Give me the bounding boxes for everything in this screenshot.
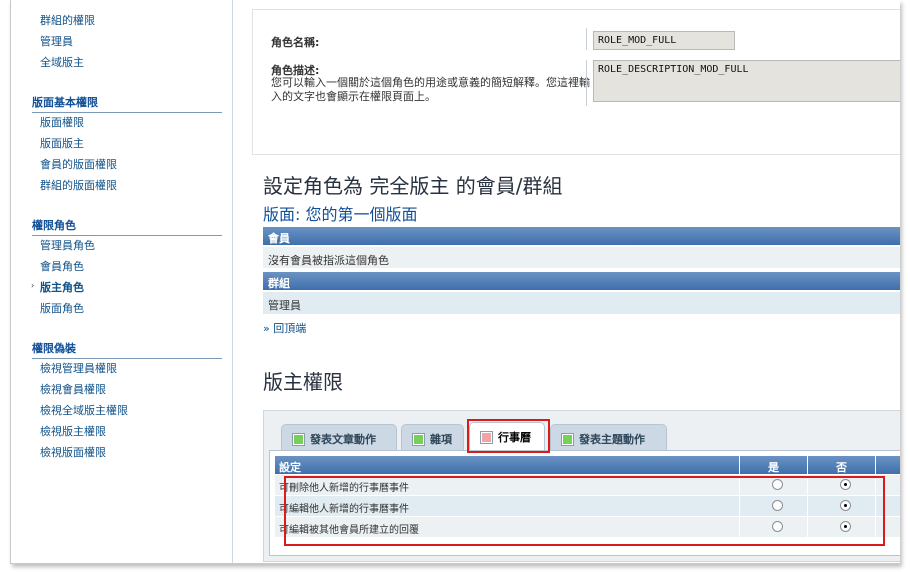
group-row[interactable]: 管理員 <box>263 292 900 314</box>
divider <box>586 60 587 106</box>
column-header-yes: 是 <box>740 456 807 474</box>
permissions-title: 版主權限 <box>263 370 343 394</box>
sidebar-group-forum-permissions: 版面基本權限 <box>32 94 222 113</box>
sidebar-item-view-admin-permissions[interactable]: 檢視管理員權限 <box>40 360 117 376</box>
sidebar-item-forum-moderators[interactable]: 版面版主 <box>40 135 84 151</box>
role-name-input[interactable]: ROLE_MOD_FULL <box>593 31 735 50</box>
main-content: 角色名稱: ROLE_MOD_FULL 角色描述: 您可以輸入一個關於這個角色的… <box>244 0 900 563</box>
sidebar-item-view-user-permissions[interactable]: 檢視會員權限 <box>40 381 106 397</box>
groups-header: 群組 <box>263 272 900 290</box>
assign-title: 設定角色為 完全版主 的會員/群組 <box>263 174 563 198</box>
sidebar-item-forum-permissions[interactable]: 版面權限 <box>40 114 84 130</box>
setting-yes-icon <box>292 433 305 446</box>
members-header: 會員 <box>263 227 900 245</box>
role-settings-panel: 角色名稱: ROLE_MOD_FULL 角色描述: 您可以輸入一個關於這個角色的… <box>252 9 900 155</box>
tab-misc[interactable]: 雜項 <box>401 424 464 450</box>
sidebar-item-user-forum-permissions[interactable]: 會員的版面權限 <box>40 156 117 172</box>
setting-yes-icon <box>561 433 574 446</box>
role-description-help: 您可以輸入一個關於這個角色的用途或意義的簡短解釋。您這裡輸入的文字也會顯示在權限… <box>271 76 590 103</box>
sidebar-item-view-global-mod-permissions[interactable]: 檢視全域版主權限 <box>40 402 128 418</box>
role-name-label: 角色名稱: <box>271 36 320 49</box>
sidebar-item-admin-roles[interactable]: 管理員角色 <box>40 237 95 253</box>
screenshot-frame: 群組的權限 管理員 全域版主 版面基本權限 版面權限 版面版主 會員的版面權限 … <box>10 0 900 564</box>
setting-yes-icon <box>412 433 425 446</box>
tab-label: 雜項 <box>430 433 452 446</box>
sidebar-item-administrators[interactable]: 管理員 <box>40 33 73 49</box>
sidebar-item-moderator-roles[interactable]: 版主角色 <box>40 279 84 295</box>
sidebar-item-forum-roles[interactable]: 版面角色 <box>40 300 84 316</box>
members-empty-row: 沒有會員被指派這個角色 <box>263 247 900 269</box>
tab-topic-actions[interactable]: 發表主題動作 <box>550 424 667 450</box>
column-header-no: 否 <box>808 456 875 474</box>
active-marker-icon: › <box>31 281 35 290</box>
column-header-extra <box>876 456 900 474</box>
back-to-top-link[interactable]: » 回頂端 <box>263 320 306 336</box>
highlight-permission-rows <box>284 476 885 546</box>
sidebar: 群組的權限 管理員 全域版主 版面基本權限 版面權限 版面版主 會員的版面權限 … <box>11 0 233 563</box>
sidebar-item-group-permissions[interactable]: 群組的權限 <box>40 12 95 28</box>
column-header-setting: 設定 <box>275 456 739 474</box>
role-description-textarea[interactable]: ROLE_DESCRIPTION_MOD_FULL <box>593 60 900 102</box>
tab-label: 發表主題動作 <box>579 433 645 446</box>
sidebar-group-permission-masks: 權限偽裝 <box>32 340 222 359</box>
sidebar-item-group-forum-permissions[interactable]: 群組的版面權限 <box>40 177 117 193</box>
forum-subtitle: 版面: 您的第一個版面 <box>263 205 418 224</box>
sidebar-item-view-forum-permissions[interactable]: 檢視版面權限 <box>40 444 106 460</box>
sidebar-item-user-roles[interactable]: 會員角色 <box>40 258 84 274</box>
divider <box>586 28 587 50</box>
sidebar-item-view-mod-permissions[interactable]: 檢視版主權限 <box>40 423 106 439</box>
tab-label: 發表文章動作 <box>310 433 376 446</box>
highlight-calendar-tab <box>467 419 550 453</box>
tab-post-actions[interactable]: 發表文章動作 <box>281 424 397 450</box>
sidebar-group-permission-roles: 權限角色 <box>32 217 222 236</box>
sidebar-item-global-moderators[interactable]: 全域版主 <box>40 54 84 70</box>
